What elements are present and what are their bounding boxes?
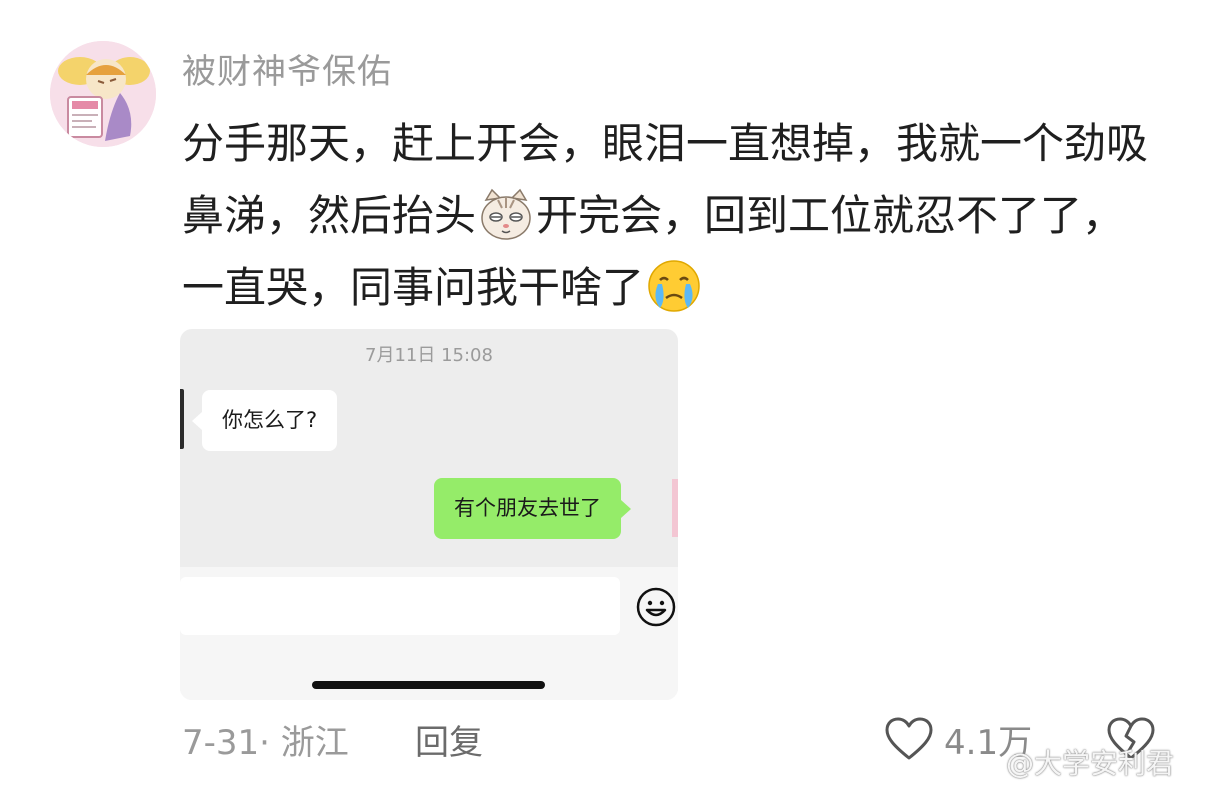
- username[interactable]: 被财神爷保佑: [182, 44, 392, 93]
- contact-avatar-edge: [180, 389, 184, 449]
- crying-face-emoji: [648, 260, 700, 312]
- chat-input-field: [180, 577, 620, 635]
- heart-icon[interactable]: [884, 716, 934, 762]
- cat-face-emoji: [481, 188, 531, 240]
- self-avatar-edge: [672, 479, 678, 537]
- smiley-icon: [636, 587, 676, 627]
- watermark: @大学安利君: [1006, 747, 1175, 780]
- avatar[interactable]: [50, 41, 156, 147]
- reply-button[interactable]: 回复: [415, 715, 483, 764]
- chat-input-bar: [180, 567, 678, 700]
- comment-text: 分手那天，赶上开会，眼泪一直想掉，我就一个劲吸鼻涕，然后抬头 开完会，回到工位就…: [182, 108, 1162, 324]
- sent-message-bubble: 有个朋友去世了: [434, 478, 631, 539]
- received-message-bubble: 你怎么了?: [191, 390, 338, 451]
- home-indicator: [312, 681, 545, 689]
- chat-timestamp: 7月11日 15:08: [365, 345, 493, 366]
- date-location: 7-31· 浙江: [182, 723, 349, 763]
- chat-screenshot: 7月11日 15:08 你怎么了? 有个朋友去世了: [180, 329, 678, 700]
